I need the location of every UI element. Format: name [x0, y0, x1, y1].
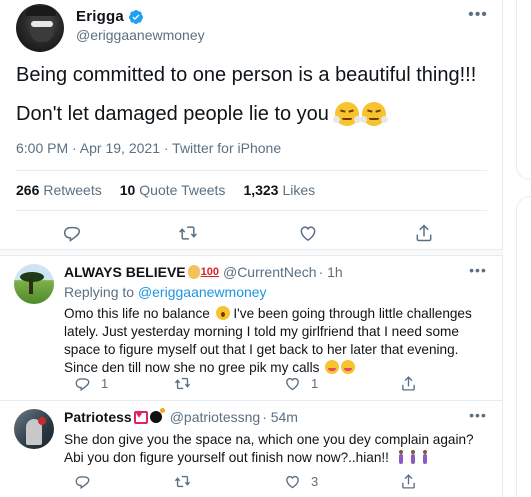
quotes-count: 10 — [119, 182, 136, 198]
retweet-action[interactable] — [174, 375, 201, 392]
retweets-label: Retweets — [43, 182, 102, 198]
person-running-emoji — [421, 450, 429, 464]
avatar[interactable] — [14, 409, 54, 449]
reply-action[interactable]: 1 — [74, 375, 108, 392]
tweet-timestamp[interactable]: 6:00 PM · Apr 19, 2021 · Twitter for iPh… — [16, 140, 281, 156]
ok-hand-emoji — [187, 265, 200, 279]
quotes-stat[interactable]: 10 Quote Tweets — [120, 182, 226, 198]
hushed-face-emoji — [215, 306, 230, 320]
reply-count: 1 — [101, 376, 109, 391]
retweet-icon[interactable] — [174, 473, 191, 490]
reply-time[interactable]: · 54m — [262, 409, 298, 425]
avatar-accent — [38, 417, 46, 425]
retweets-stat[interactable]: 266 Retweets — [16, 182, 102, 198]
sidebar-card — [516, 196, 531, 497]
right-sidebar — [504, 0, 531, 497]
tweet-stats: 266 Retweets 10 Quote Tweets 1,323 Likes — [16, 182, 315, 198]
reply-author-handle[interactable]: @patriotessng — [170, 409, 260, 425]
retweet-icon[interactable] — [178, 223, 198, 243]
quotes-label: Quote Tweets — [139, 182, 226, 198]
like-icon[interactable] — [298, 223, 318, 243]
reply-actions: 3 — [64, 473, 484, 493]
bomb-emoji — [149, 408, 165, 423]
reply-icon[interactable] — [62, 223, 82, 243]
verified-icon — [128, 9, 143, 24]
like-icon[interactable] — [284, 473, 301, 490]
divider — [16, 170, 487, 171]
more-icon[interactable]: ••• — [466, 407, 490, 423]
face-with-steam-emoji — [359, 102, 388, 126]
hundred-points-emoji: 100 — [200, 266, 219, 278]
likes-label: Likes — [282, 182, 316, 198]
avatar-tree-trunk — [29, 278, 33, 294]
like-action[interactable]: 1 — [284, 375, 318, 392]
share-icon[interactable] — [400, 375, 417, 392]
face-with-steam-emoji — [332, 102, 361, 126]
author-name[interactable]: Erigga — [76, 8, 144, 25]
like-count: 1 — [311, 376, 319, 391]
reply-author[interactable]: ALWAYS BELIEVE 100 @CurrentNech · 1h — [64, 264, 343, 280]
reply-author-handle[interactable]: @CurrentNech — [223, 264, 317, 280]
like-action[interactable]: 3 — [284, 473, 318, 490]
reply-icon[interactable] — [74, 473, 91, 490]
avatar[interactable] — [14, 264, 54, 304]
tweet-text-line-1: Being committed to one person is a beaut… — [16, 64, 477, 86]
reply-tweet[interactable]: Patriotess @patriotessng · 54m ••• She d… — [0, 401, 503, 497]
share-icon[interactable] — [414, 223, 434, 243]
more-icon[interactable]: ••• — [466, 6, 490, 26]
share-action[interactable] — [400, 473, 417, 490]
author-handle[interactable]: @eriggaanewmoney — [76, 27, 205, 43]
reply-text: Omo this life no balance I've been going… — [64, 305, 494, 377]
share-icon[interactable] — [400, 473, 417, 490]
reply-author-name[interactable]: Patriotess — [64, 409, 132, 425]
author-name-text[interactable]: Erigga — [76, 8, 124, 25]
sidebar-card — [516, 0, 531, 180]
reply-tweet[interactable]: ALWAYS BELIEVE 100 @CurrentNech · 1h •••… — [0, 256, 503, 398]
retweets-count: 266 — [16, 182, 40, 198]
share-action[interactable] — [400, 375, 417, 392]
replying-to-label: Replying to — [64, 284, 135, 300]
section-separator — [0, 249, 503, 256]
like-icon[interactable] — [284, 375, 301, 392]
like-count: 3 — [311, 474, 319, 489]
likes-count: 1,323 — [243, 182, 279, 198]
heart-box-emoji — [133, 409, 148, 424]
retweet-icon[interactable] — [174, 375, 191, 392]
reply-icon[interactable] — [74, 375, 91, 392]
reply-time[interactable]: · 1h — [319, 264, 343, 280]
author-avatar[interactable] — [16, 4, 64, 52]
reply-text-part-1: Omo this life no balance — [64, 306, 210, 321]
replying-to: Replying to @eriggaanewmoney — [64, 284, 267, 300]
reply-author-name[interactable]: ALWAYS BELIEVE — [64, 264, 186, 280]
avatar-shades — [31, 21, 53, 27]
tweet-thread-page: Erigga @eriggaanewmoney ••• Being commit… — [0, 0, 531, 497]
more-icon[interactable]: ••• — [466, 262, 490, 278]
tweet-text-line-2: Don't let damaged people lie to you — [16, 101, 388, 127]
tweet-text-line-2-text: Don't let damaged people lie to you — [16, 103, 329, 125]
avatar-cap — [26, 6, 56, 16]
face-with-tongue-emoji — [325, 360, 340, 374]
retweet-action[interactable] — [174, 473, 201, 490]
divider — [16, 210, 487, 211]
face-with-tongue-emoji — [341, 360, 356, 374]
timeline-column: Erigga @eriggaanewmoney ••• Being commit… — [0, 0, 503, 497]
reply-text: She don give you the space na, which one… — [64, 431, 494, 467]
avatar-face — [30, 12, 54, 42]
reply-actions: 1 1 — [64, 375, 484, 395]
person-running-emoji — [397, 450, 405, 464]
tweet-actions — [0, 218, 503, 248]
likes-stat[interactable]: 1,323 Likes — [243, 182, 315, 198]
reply-action[interactable] — [74, 473, 101, 490]
replying-to-handle[interactable]: @eriggaanewmoney — [138, 284, 267, 300]
person-running-emoji — [409, 450, 417, 464]
reply-author[interactable]: Patriotess @patriotessng · 54m — [64, 408, 298, 425]
